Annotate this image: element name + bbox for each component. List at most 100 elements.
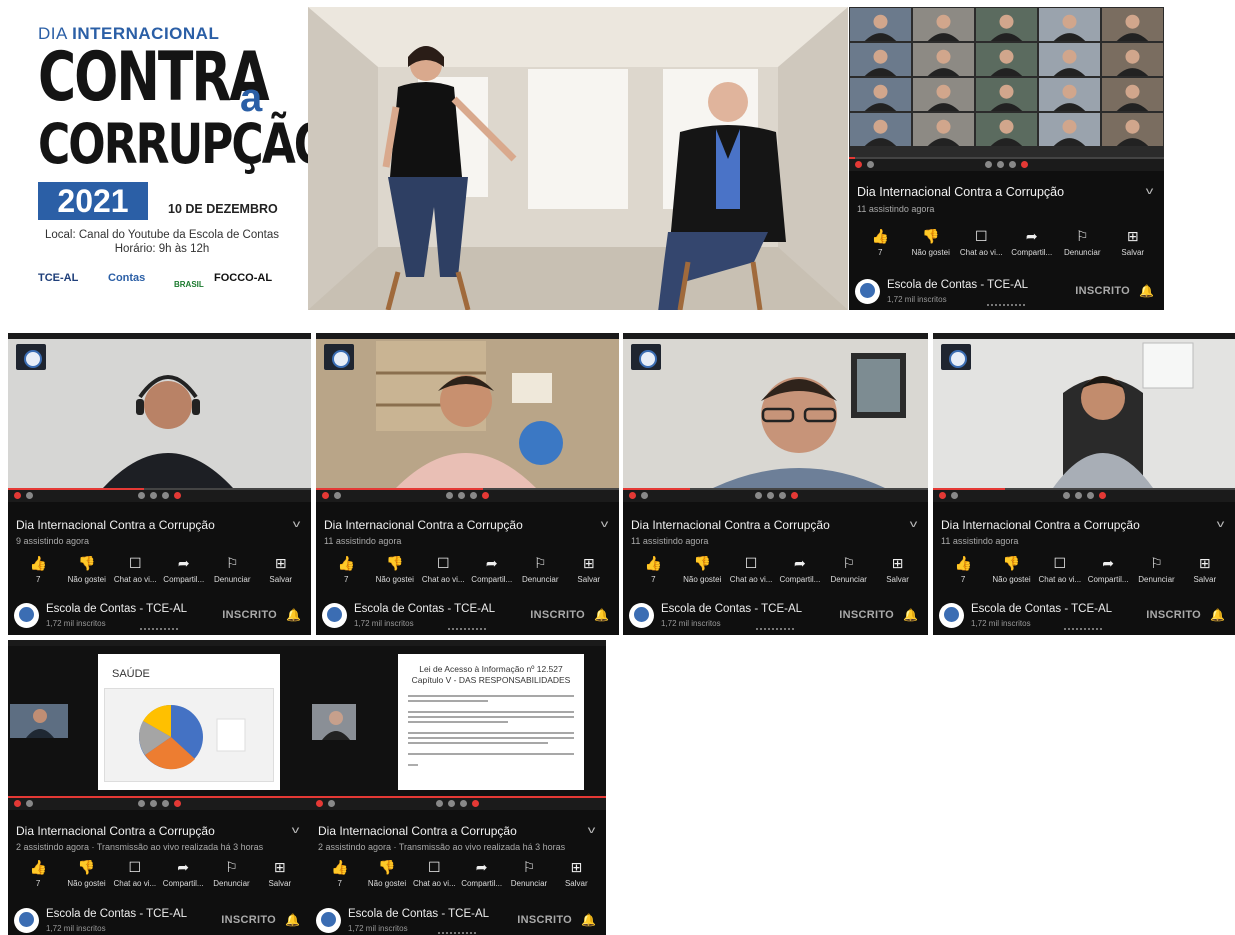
thumbs-up-button[interactable]: 👍 7 xyxy=(629,556,677,586)
control-icon[interactable] xyxy=(138,800,145,807)
control-icon[interactable] xyxy=(162,492,169,499)
control-icon[interactable] xyxy=(1087,492,1094,499)
video-panel-5[interactable]: SAÚDE Dia Internacional Contra a Corrupç… xyxy=(8,640,310,935)
save-button[interactable]: ⊞ Salvar xyxy=(874,556,922,586)
channel-name[interactable]: Escola de Contas - TCE-AL xyxy=(971,603,1112,615)
share-button[interactable]: ➦ Compartil... xyxy=(160,556,208,586)
camera-icon[interactable] xyxy=(867,161,874,168)
camera-icon[interactable] xyxy=(951,492,958,499)
video-panel-1[interactable]: Dia Internacional Contra a Corrupção v 9… xyxy=(8,333,311,635)
thumbs-up-button[interactable]: 👍 7 xyxy=(14,860,62,890)
video-panel-6[interactable]: Lei de Acesso à Informação nº 12.527 Cap… xyxy=(310,640,606,935)
channel-avatar[interactable] xyxy=(322,603,347,628)
control-icon[interactable] xyxy=(162,800,169,807)
bell-icon[interactable]: 🔔 xyxy=(1139,284,1154,298)
control-icon[interactable] xyxy=(470,492,477,499)
thumbs-up-button[interactable]: 👍 7 xyxy=(316,860,363,890)
mic-icon[interactable] xyxy=(939,492,946,499)
video-panel-gallery[interactable]: Dia Internacional Contra a Corrupção v 1… xyxy=(849,7,1164,310)
mic-icon[interactable] xyxy=(316,800,323,807)
chevron-down-icon[interactable]: v xyxy=(293,519,301,530)
control-icon[interactable] xyxy=(150,800,157,807)
bell-icon[interactable]: 🔔 xyxy=(581,913,596,927)
thumbs-down-button[interactable]: 👎 Não gostei xyxy=(678,556,726,586)
thumbs-down-button[interactable]: 👎 Não gostei xyxy=(62,860,110,890)
chevron-down-icon[interactable]: v xyxy=(292,825,300,836)
chat-button[interactable]: ☐ Chat ao vi... xyxy=(111,860,159,890)
bell-icon[interactable]: 🔔 xyxy=(903,608,918,622)
chat-button[interactable]: ☐ Chat ao vi... xyxy=(1036,556,1084,586)
video-title[interactable]: Dia Internacional Contra a Corrupção xyxy=(941,518,1140,532)
subscribe-button[interactable]: INSCRITO xyxy=(221,914,276,926)
chat-button[interactable]: ☐ Chat ao vi... xyxy=(111,556,159,586)
end-call-icon[interactable] xyxy=(174,492,181,499)
chevron-down-icon[interactable]: v xyxy=(910,519,918,530)
channel-avatar[interactable] xyxy=(939,603,964,628)
bell-icon[interactable]: 🔔 xyxy=(1210,608,1225,622)
save-button[interactable]: ⊞ Salvar xyxy=(257,556,305,586)
channel-avatar[interactable] xyxy=(14,603,39,628)
bell-icon[interactable]: 🔔 xyxy=(286,608,301,622)
chat-button[interactable]: ☐ Chat ao vi... xyxy=(419,556,467,586)
control-icon[interactable] xyxy=(446,492,453,499)
chevron-down-icon[interactable]: v xyxy=(588,825,596,836)
thumbs-down-button[interactable]: 👎 Não gostei xyxy=(907,229,955,259)
thumbs-up-button[interactable]: 👍 7 xyxy=(856,229,904,259)
chevron-down-icon[interactable]: v xyxy=(1146,186,1154,197)
video-area[interactable] xyxy=(849,7,1164,157)
channel-name[interactable]: Escola de Contas - TCE-AL xyxy=(46,908,187,920)
save-button[interactable]: ⊞ Salvar xyxy=(553,860,600,890)
channel-name[interactable]: Escola de Contas - TCE-AL xyxy=(887,279,1028,291)
share-button[interactable]: ➦ Compartil... xyxy=(458,860,505,890)
share-button[interactable]: ➦ Compartil... xyxy=(1008,229,1056,259)
bell-icon[interactable]: 🔔 xyxy=(594,608,609,622)
control-icon[interactable] xyxy=(458,492,465,499)
end-call-icon[interactable] xyxy=(1021,161,1028,168)
control-icon[interactable] xyxy=(985,161,992,168)
video-panel-3[interactable]: Dia Internacional Contra a Corrupção v 1… xyxy=(623,333,928,635)
control-icon[interactable] xyxy=(1063,492,1070,499)
thumbs-up-button[interactable]: 👍 7 xyxy=(939,556,987,586)
subscribe-button[interactable]: INSCRITO xyxy=(517,914,572,926)
flag-button[interactable]: ⚐ Denunciar xyxy=(505,860,552,890)
subscribe-button[interactable]: INSCRITO xyxy=(839,609,894,621)
video-title[interactable]: Dia Internacional Contra a Corrupção xyxy=(318,824,517,838)
camera-icon[interactable] xyxy=(26,492,33,499)
video-area[interactable] xyxy=(623,333,928,488)
mic-icon[interactable] xyxy=(14,492,21,499)
video-area[interactable] xyxy=(933,333,1235,488)
channel-name[interactable]: Escola de Contas - TCE-AL xyxy=(348,908,489,920)
end-call-icon[interactable] xyxy=(472,800,479,807)
thumbs-up-button[interactable]: 👍 7 xyxy=(14,556,62,586)
control-icon[interactable] xyxy=(448,800,455,807)
video-title[interactable]: Dia Internacional Contra a Corrupção xyxy=(16,824,215,838)
camera-icon[interactable] xyxy=(641,492,648,499)
video-panel-4[interactable]: Dia Internacional Contra a Corrupção v 1… xyxy=(933,333,1235,635)
video-area[interactable]: SAÚDE xyxy=(8,640,310,796)
thumbs-down-button[interactable]: 👎 Não gostei xyxy=(987,556,1035,586)
share-button[interactable]: ➦ Compartil... xyxy=(468,556,516,586)
control-icon[interactable] xyxy=(767,492,774,499)
chevron-down-icon[interactable]: v xyxy=(601,519,609,530)
flag-button[interactable]: ⚐ Denunciar xyxy=(1058,229,1106,259)
control-icon[interactable] xyxy=(138,492,145,499)
subscribe-button[interactable]: INSCRITO xyxy=(222,609,277,621)
camera-icon[interactable] xyxy=(328,800,335,807)
speaker-thumbnail[interactable] xyxy=(312,704,356,740)
chat-button[interactable]: ☐ Chat ao vi... xyxy=(411,860,458,890)
subscribe-button[interactable]: INSCRITO xyxy=(1146,609,1201,621)
subscribe-button[interactable]: INSCRITO xyxy=(1075,285,1130,297)
share-button[interactable]: ➦ Compartil... xyxy=(776,556,824,586)
video-title[interactable]: Dia Internacional Contra a Corrupção xyxy=(16,518,215,532)
share-button[interactable]: ➦ Compartil... xyxy=(1084,556,1132,586)
mic-icon[interactable] xyxy=(629,492,636,499)
channel-avatar[interactable] xyxy=(855,279,880,304)
video-title[interactable]: Dia Internacional Contra a Corrupção xyxy=(324,518,523,532)
end-call-icon[interactable] xyxy=(791,492,798,499)
channel-name[interactable]: Escola de Contas - TCE-AL xyxy=(46,603,187,615)
control-icon[interactable] xyxy=(997,161,1004,168)
control-icon[interactable] xyxy=(755,492,762,499)
video-area[interactable] xyxy=(316,333,619,488)
thumbs-up-button[interactable]: 👍 7 xyxy=(322,556,370,586)
thumbs-down-button[interactable]: 👎 Não gostei xyxy=(63,556,111,586)
